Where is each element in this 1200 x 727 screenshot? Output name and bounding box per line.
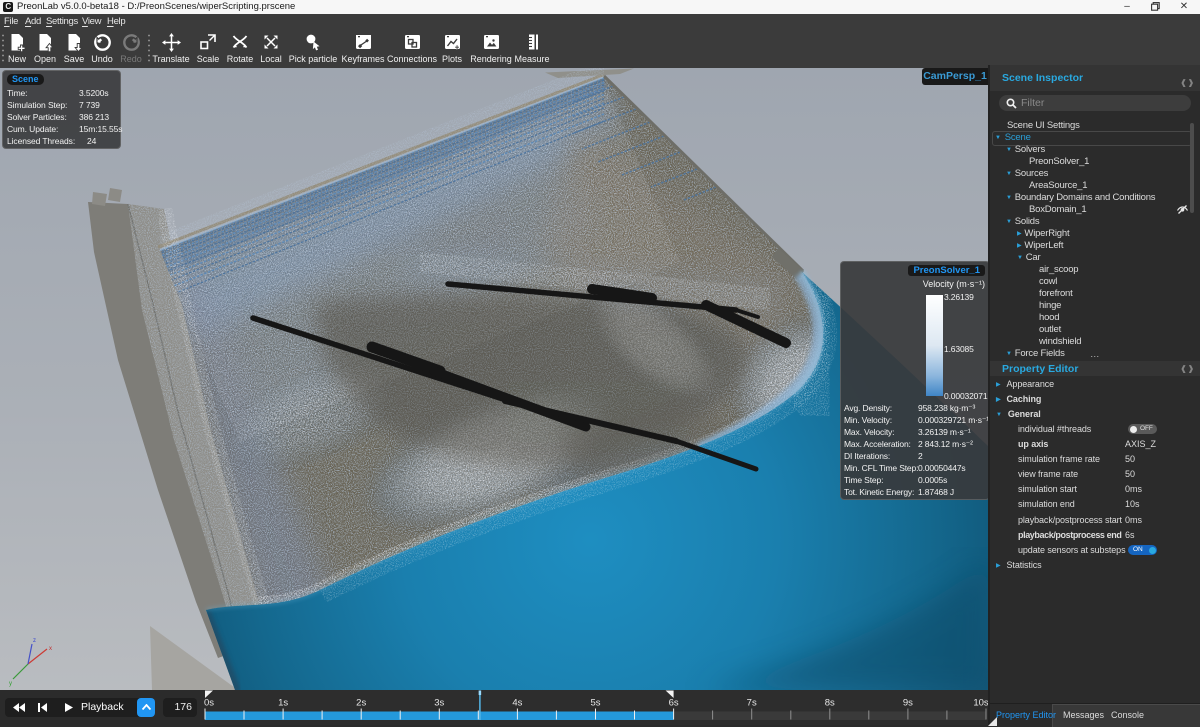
svg-text:x: x <box>49 646 52 652</box>
svg-text:2s: 2s <box>356 698 366 709</box>
svg-text:z: z <box>33 638 36 644</box>
svg-text:9s: 9s <box>903 698 913 709</box>
svg-text:y: y <box>9 681 12 687</box>
svg-text:3s: 3s <box>434 698 444 709</box>
svg-text:6s: 6s <box>669 698 679 709</box>
svg-text:5s: 5s <box>590 698 600 709</box>
svg-text:7s: 7s <box>747 698 757 709</box>
svg-text:1s: 1s <box>278 698 288 709</box>
svg-text:0s: 0s <box>204 698 214 709</box>
svg-text:4s: 4s <box>512 698 522 709</box>
svg-text:10s: 10s <box>973 698 988 709</box>
svg-text:8s: 8s <box>825 698 835 709</box>
